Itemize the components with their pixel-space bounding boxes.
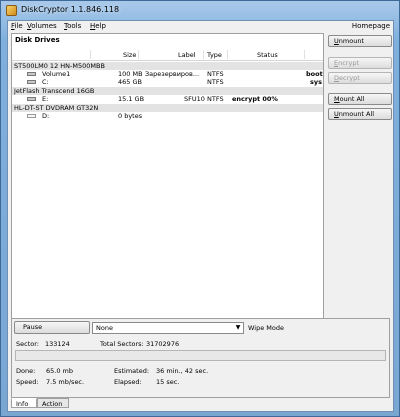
drive-icon — [27, 80, 36, 84]
menu-file[interactable]: File — [11, 22, 23, 30]
cd-drive-icon — [27, 114, 36, 118]
progress-bar — [15, 350, 386, 361]
volume-row[interactable]: E: 15.1 GB SFU10 NTFS encrypt 00% — [12, 95, 323, 103]
disk-row[interactable]: ST500LM0 12 HN-M500MBB — [12, 62, 323, 70]
disk-name: ST500LM0 12 HN-M500MBB — [14, 62, 105, 70]
dropdown-arrow-icon[interactable]: ▼ — [233, 323, 243, 333]
sector-label: Sector: — [16, 340, 39, 348]
volume-size: 100 MB — [118, 70, 143, 78]
volume-name: D: — [42, 112, 50, 120]
action-panel: Pause None ▼ Wipe Mode Sector: 133124 To… — [11, 318, 390, 398]
title-bar[interactable]: DiskCryptor 1.1.846.118 — [1, 1, 399, 20]
unmount-all-button[interactable]: Unmount All — [328, 108, 392, 120]
panel-title: Disk Drives — [15, 36, 60, 44]
column-type[interactable]: Type — [207, 51, 222, 59]
app-window: DiskCryptor 1.1.846.118 File Volumes Too… — [0, 0, 400, 417]
drive-icon — [27, 72, 36, 76]
homepage-link[interactable]: Homepage — [352, 22, 390, 30]
done-label: Done: — [16, 367, 36, 375]
volume-name: Volume1 — [42, 70, 71, 78]
volume-size: 465 GB — [118, 78, 142, 86]
disk-drives-panel: Disk Drives Size Label Type Status ST500… — [11, 33, 324, 333]
volume-size: 0 bytes — [118, 112, 143, 120]
elapsed-label: Elapsed: — [114, 378, 142, 386]
speed-label: Speed: — [16, 378, 39, 386]
volume-label: Зарезервиров... — [145, 70, 200, 78]
diskcryptor-icon — [6, 5, 17, 16]
elapsed-value: 15 sec. — [156, 378, 180, 386]
wipe-mode-label: Wipe Mode — [248, 324, 284, 332]
tab-info[interactable]: Info — [11, 398, 37, 408]
decrypt-button[interactable]: Decrypt — [328, 72, 392, 84]
column-status[interactable]: Status — [257, 51, 278, 59]
window-title: DiskCryptor 1.1.846.118 — [21, 5, 120, 14]
pause-button[interactable]: Pause — [14, 321, 90, 334]
volume-row[interactable]: Volume1 100 MB Зарезервиров... NTFS boot — [12, 70, 323, 78]
column-separator[interactable] — [138, 50, 139, 59]
disk-name: JetFlash Transcend 16GB — [14, 87, 95, 95]
volume-flag: sys — [310, 78, 322, 86]
encrypt-button[interactable]: Encrypt — [328, 57, 392, 69]
column-separator[interactable] — [304, 50, 305, 59]
volume-type: NTFS — [207, 95, 224, 103]
volume-status: encrypt 00% — [232, 95, 278, 103]
wipe-mode-value: None — [96, 324, 113, 332]
column-header-row: Size Label Type Status — [12, 49, 323, 61]
volume-name: C: — [42, 78, 49, 86]
volume-type: NTFS — [207, 78, 224, 86]
column-size[interactable]: Size — [123, 51, 136, 59]
volume-row[interactable]: D: 0 bytes — [12, 112, 323, 120]
menu-bar: File Volumes Tools Help Homepage — [8, 21, 393, 32]
disk-row[interactable]: JetFlash Transcend 16GB — [12, 87, 323, 95]
disk-name: HL-DT-ST DVDRAM GT32N — [14, 104, 99, 112]
mount-all-button[interactable]: Mount All — [328, 93, 392, 105]
done-value: 65.0 mb — [46, 367, 73, 375]
menu-help[interactable]: Help — [90, 22, 106, 30]
drive-icon — [27, 97, 36, 101]
volume-name: E: — [42, 95, 49, 103]
total-sectors-value: 31702976 — [146, 340, 180, 348]
menu-tools[interactable]: Tools — [64, 22, 81, 30]
total-sectors-label: Total Sectors: — [100, 340, 144, 348]
volume-type: NTFS — [207, 70, 224, 78]
unmount-button[interactable]: Unmount — [328, 35, 392, 47]
speed-value: 7.5 mb/sec. — [46, 378, 85, 386]
column-separator[interactable] — [203, 50, 204, 59]
tab-action[interactable]: Action — [37, 398, 69, 408]
wipe-mode-select[interactable]: None ▼ — [92, 322, 244, 334]
estimated-label: Estimated: — [114, 367, 150, 375]
estimated-value: 36 min., 42 sec. — [156, 367, 209, 375]
disk-row[interactable]: HL-DT-ST DVDRAM GT32N — [12, 104, 323, 112]
menu-volumes[interactable]: Volumes — [27, 22, 57, 30]
column-separator[interactable] — [90, 50, 91, 59]
volume-size: 15.1 GB — [118, 95, 145, 103]
column-label[interactable]: Label — [178, 51, 196, 59]
volume-row[interactable]: C: 465 GB NTFS sys — [12, 78, 323, 86]
sector-value: 133124 — [45, 340, 70, 348]
volume-label: SFU10 — [184, 95, 205, 103]
column-separator[interactable] — [227, 50, 228, 59]
volume-flag: boot — [306, 70, 323, 78]
client-area: File Volumes Tools Help Homepage Disk Dr… — [7, 20, 394, 412]
